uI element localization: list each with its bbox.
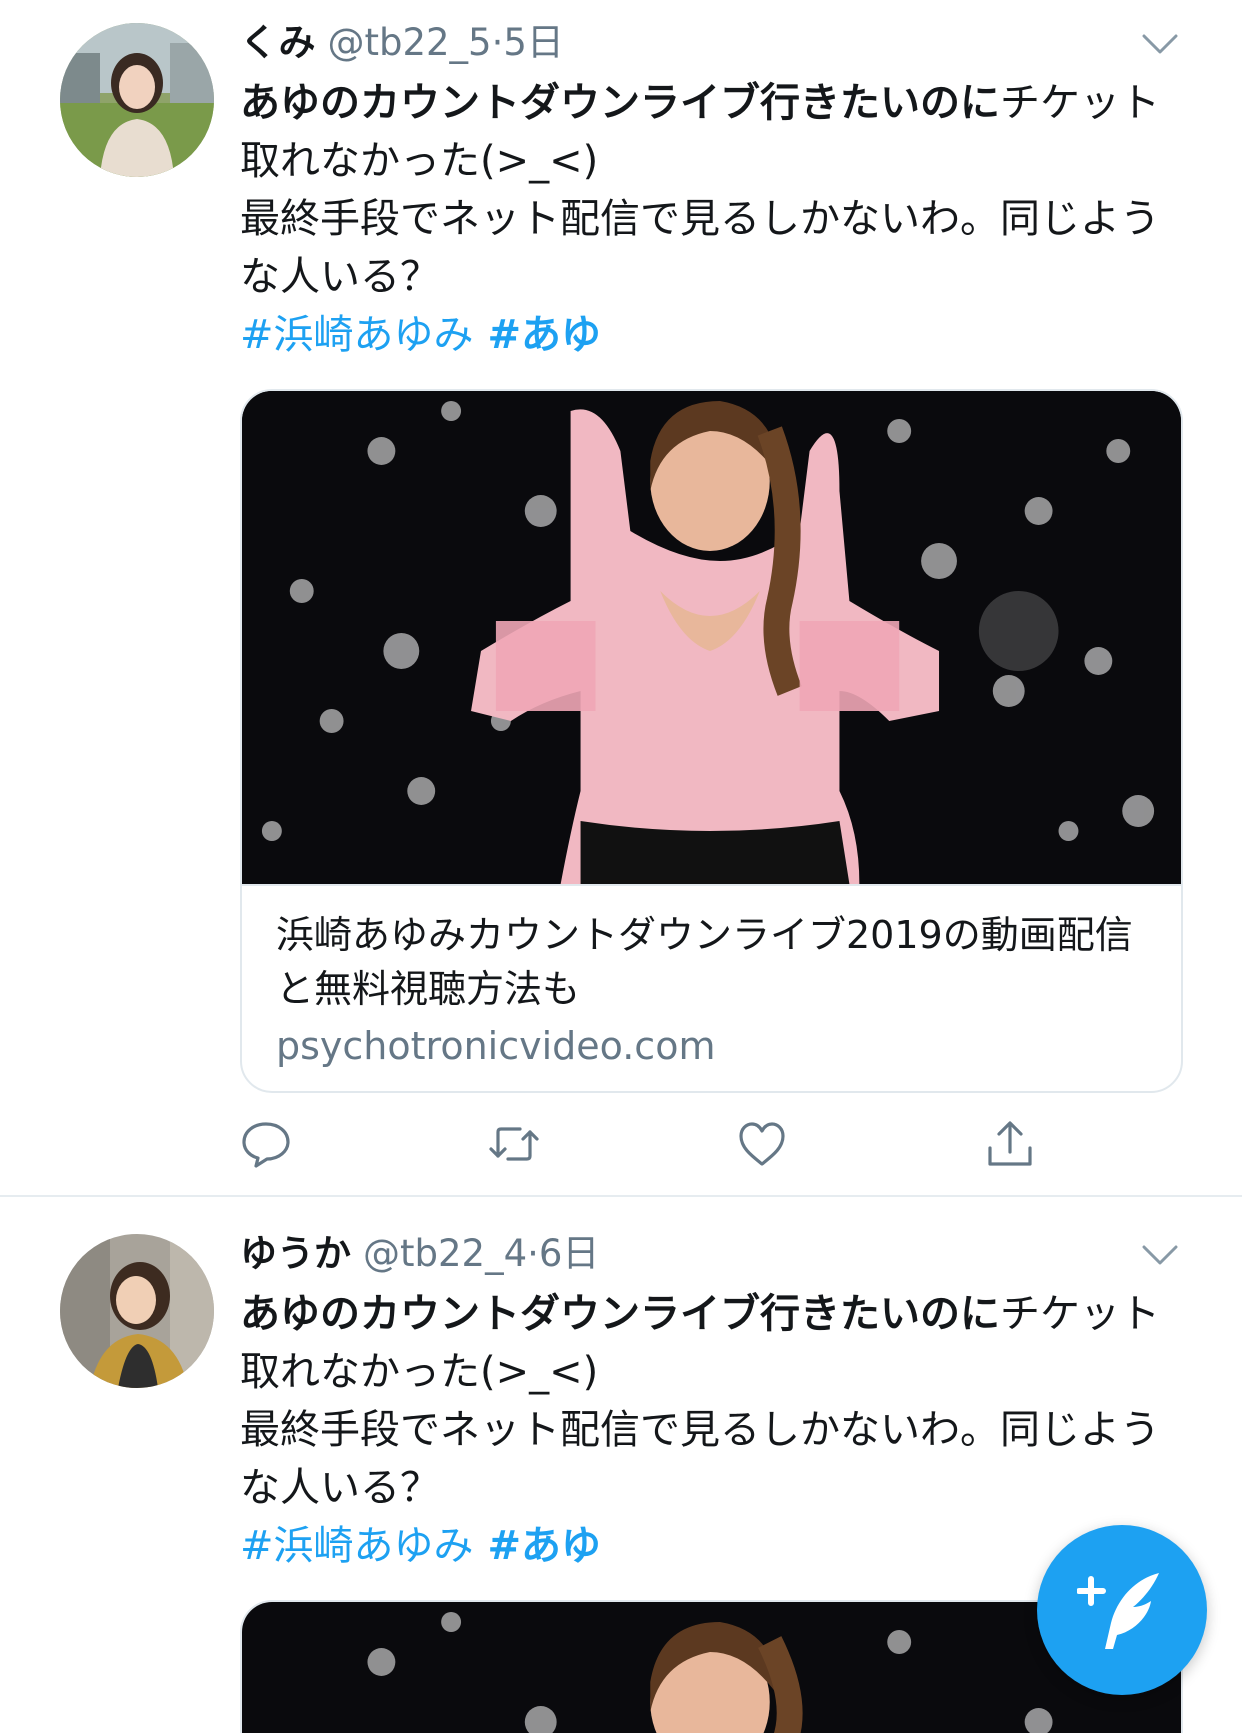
display-name[interactable]: くみ: [240, 21, 315, 64]
like-icon: [739, 1122, 785, 1166]
reply-icon: [242, 1122, 290, 1168]
hashtag-link[interactable]: #あゆ: [488, 1523, 602, 1569]
timestamp[interactable]: 5日: [503, 21, 564, 64]
separator: ·: [527, 1232, 539, 1275]
user-avatar[interactable]: [60, 1234, 214, 1388]
share-icon: [988, 1121, 1032, 1166]
user-handle[interactable]: @tb22_5: [327, 21, 491, 64]
retweet-button[interactable]: [488, 1118, 540, 1170]
tweet-actions: [240, 1118, 1040, 1178]
reply-button[interactable]: [240, 1118, 292, 1170]
card-image: [242, 391, 1181, 884]
compose-tweet-button[interactable]: [1037, 1525, 1207, 1695]
hashtag-link[interactable]: #浜崎あゆみ: [240, 312, 474, 358]
timeline-feed: くみ @tb22_5·5日 あゆのカウントダウンライブ行きたいのにチケット取れなか…: [0, 0, 1242, 1733]
chevron-down-icon[interactable]: [1140, 1241, 1180, 1269]
separator: ·: [491, 21, 504, 64]
tweet-content: くみ @tb22_5·5日 あゆのカウントダウンライブ行きたいのにチケット取れなか…: [240, 14, 1180, 364]
compose-tweet-icon: [1077, 1573, 1159, 1649]
tweet-text-bold: あゆのカウントダウンライブ行きたいのに: [240, 1291, 1000, 1337]
retweet-icon: [489, 1127, 539, 1161]
tweet[interactable]: くみ @tb22_5·5日 あゆのカウントダウンライブ行きたいのにチケット取れなか…: [0, 0, 1242, 1197]
timestamp[interactable]: 6日: [539, 1232, 600, 1275]
tweet-header: くみ @tb22_5·5日: [240, 14, 1180, 72]
hashtag-link[interactable]: #浜崎あゆみ: [240, 1523, 474, 1569]
user-handle[interactable]: @tb22_4: [363, 1232, 527, 1275]
share-button[interactable]: [984, 1118, 1036, 1170]
link-card[interactable]: 浜崎あゆみカウントダウンライブ2019の動画配信と無料視聴方法も psychot…: [240, 389, 1183, 1093]
tweet-text-line: 最終手段でネット配信で見るしかないわ。同じような人いる？: [240, 1407, 1160, 1511]
tweet-text-line: 最終手段でネット配信で見るしかないわ。同じような人いる？: [240, 196, 1160, 300]
card-body: 浜崎あゆみカウントダウンライブ2019の動画配信と無料視聴方法も psychot…: [242, 884, 1181, 1074]
hashtags: #浜崎あゆみ #あゆ: [240, 1517, 1180, 1575]
card-domain: psychotronicvideo.com: [276, 1024, 716, 1068]
tweet-text: あゆのカウントダウンライブ行きたいのにチケット取れなかった(>_<) 最終手段で…: [240, 74, 1180, 306]
tweet-text: あゆのカウントダウンライブ行きたいのにチケット取れなかった(>_<) 最終手段で…: [240, 1285, 1180, 1517]
tweet-content: ゆうか @tb22_4·6日 あゆのカウントダウンライブ行きたいのにチケット取れな…: [240, 1225, 1180, 1575]
user-avatar[interactable]: [60, 23, 214, 177]
like-button[interactable]: [736, 1118, 788, 1170]
card-title[interactable]: 浜崎あゆみカウントダウンライブ2019の動画配信と無料視聴方法も: [276, 908, 1147, 1016]
hashtags: #浜崎あゆみ #あゆ: [240, 306, 1180, 364]
tweet-text-bold: あゆのカウントダウンライブ行きたいのに: [240, 80, 1000, 126]
display-name[interactable]: ゆうか: [240, 1232, 351, 1275]
avatar-photo-icon: [60, 1234, 214, 1388]
avatar-photo-icon: [60, 23, 214, 177]
hashtag-link[interactable]: #あゆ: [488, 312, 602, 358]
tweet-header: ゆうか @tb22_4·6日: [240, 1225, 1180, 1283]
chevron-down-icon[interactable]: [1140, 30, 1180, 58]
